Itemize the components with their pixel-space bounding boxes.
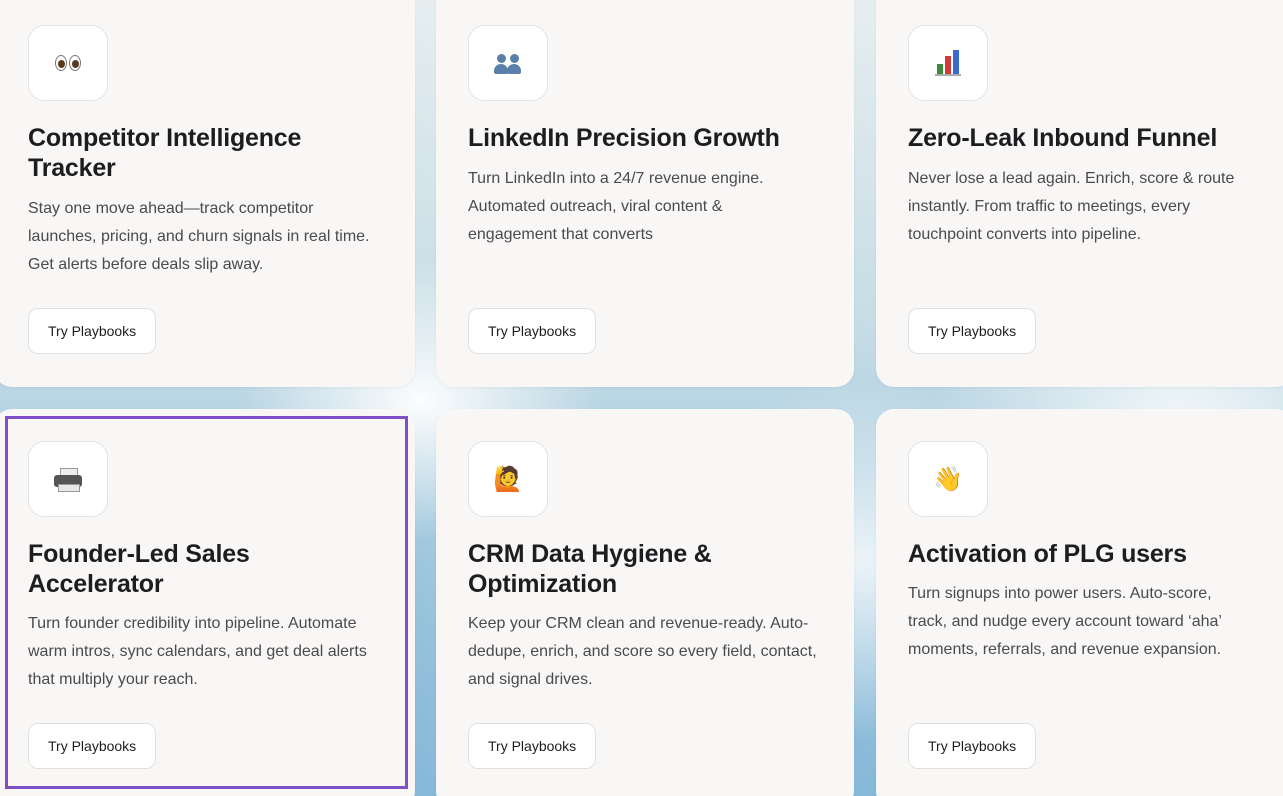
card-title: Competitor Intelligence Tracker bbox=[28, 124, 302, 182]
try-playbooks-button[interactable]: Try Playbooks bbox=[28, 308, 157, 354]
eyes-icon bbox=[28, 25, 108, 101]
card-description: Stay one move ahead—track competitor lau… bbox=[28, 200, 370, 273]
card-description: Keep your CRM clean and revenue-ready. A… bbox=[468, 615, 817, 688]
try-playbooks-button[interactable]: Try Playbooks bbox=[468, 723, 597, 769]
card-title: CRM Data Hygiene & Optimization bbox=[468, 540, 712, 598]
card-title: Zero-Leak Inbound Funnel bbox=[908, 124, 1218, 152]
person-raising-hand-icon: 🙋 bbox=[468, 441, 548, 517]
card-description: Never lose a lead again. Enrich, score &… bbox=[908, 170, 1235, 243]
card-title: Activation of PLG users bbox=[908, 540, 1187, 568]
bar-chart-icon bbox=[908, 25, 988, 101]
playbook-card-inbound-funnel: Zero-Leak Inbound Funnel Never lose a le… bbox=[876, 0, 1283, 387]
card-title: Founder-Led Sales Accelerator bbox=[28, 540, 250, 598]
busts-in-silhouette-icon bbox=[468, 25, 548, 101]
printer-icon bbox=[28, 441, 108, 517]
try-playbooks-button[interactable]: Try Playbooks bbox=[908, 308, 1037, 354]
try-playbooks-button[interactable]: Try Playbooks bbox=[28, 723, 157, 769]
try-playbooks-button[interactable]: Try Playbooks bbox=[908, 723, 1037, 769]
playbook-card-founder-led-sales: Founder-Led Sales Accelerator Turn found… bbox=[0, 409, 415, 796]
try-playbooks-button[interactable]: Try Playbooks bbox=[468, 308, 597, 354]
card-description: Turn founder credibility into pipeline. … bbox=[28, 615, 367, 688]
playbook-card-competitor-intelligence: Competitor Intelligence Tracker Stay one… bbox=[0, 0, 415, 387]
card-description: Turn signups into power users. Auto-scor… bbox=[908, 585, 1222, 658]
playbook-card-linkedin-growth: LinkedIn Precision Growth Turn LinkedIn … bbox=[436, 0, 854, 387]
card-title: LinkedIn Precision Growth bbox=[468, 124, 780, 152]
playbooks-grid: Competitor Intelligence Tracker Stay one… bbox=[0, 0, 1283, 796]
card-description: Turn LinkedIn into a 24/7 revenue engine… bbox=[468, 170, 764, 243]
playbook-card-plg-activation: 👋 Activation of PLG users Turn signups i… bbox=[876, 409, 1283, 796]
waving-hand-icon: 👋 bbox=[908, 441, 988, 517]
playbook-card-crm-hygiene: 🙋 CRM Data Hygiene & Optimization Keep y… bbox=[436, 409, 854, 796]
